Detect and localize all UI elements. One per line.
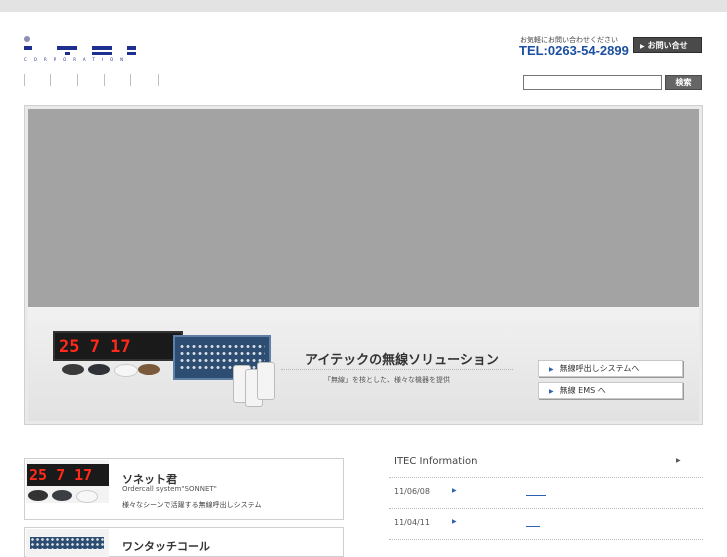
info-link[interactable] (526, 484, 546, 496)
contact-button-label: お問い合せ (647, 41, 688, 50)
logo-letter-c-lower (127, 52, 136, 55)
hero-banner-image (28, 109, 699, 307)
info-date: 11/06/08 (394, 487, 430, 496)
pager-white-image (76, 490, 98, 503)
display-unit-image: 25 7 17 (53, 331, 183, 361)
sonnet-product-image: 25 7 17 (26, 460, 109, 503)
logo-letter-c (127, 46, 136, 50)
itec-logo[interactable]: CORPORATION (24, 36, 136, 64)
logo-letter-t (57, 46, 77, 50)
info-date: 11/04/11 (394, 518, 430, 527)
triangle-right-icon: ▶ (452, 518, 457, 525)
logo-dot-icon (24, 36, 30, 42)
onetouch-product-image (26, 529, 109, 557)
hero-lower-panel: 25 7 17 アイテックの無線ソリューション 「無線」を核とした、様々な機器を… (28, 307, 699, 421)
nav-separator (158, 74, 159, 86)
hero-button-label: 無線 EMS へ (559, 386, 606, 395)
remote-image (257, 362, 275, 400)
triangle-right-icon: ▶ (549, 388, 554, 395)
hero-title: アイテックの無線ソリューション (305, 353, 499, 368)
triangle-right-icon: ▶ (640, 43, 645, 50)
pager-brown-image (138, 364, 160, 375)
product-description: 様々なシーンで活躍する無線呼出しシステム (122, 501, 262, 509)
call-panel-image (30, 537, 104, 549)
info-header: ITEC Information ▶ (389, 447, 703, 478)
pager-black-image (62, 364, 84, 375)
product-card-sonnet[interactable]: 25 7 17 ソネット君 Ordercall system"SONNET" 様… (24, 458, 344, 520)
logo-subtext: CORPORATION (24, 57, 131, 62)
top-bar (0, 0, 727, 12)
pager-dark-image (52, 490, 72, 501)
contact-button[interactable]: ▶ お問い合せ (633, 37, 702, 53)
search-button[interactable]: 検索 (665, 75, 702, 90)
product-title: ワンタッチコール (122, 540, 210, 553)
info-link[interactable] (526, 515, 540, 527)
wireless-call-system-button[interactable]: ▶ 無線呼出しシステムへ (538, 360, 683, 377)
nav-separator (130, 74, 131, 86)
nav-separator (24, 74, 25, 86)
search-input[interactable] (523, 75, 662, 90)
hero-section: 25 7 17 アイテックの無線ソリューション 「無線」を核とした、様々な機器を… (24, 105, 703, 425)
info-title: ITEC Information (394, 456, 478, 467)
wireless-ems-button[interactable]: ▶ 無線 EMS へ (538, 382, 683, 399)
pager-dark-image (88, 364, 110, 375)
pager-white-image (114, 364, 138, 377)
pager-black-image (28, 490, 48, 501)
logo-letter-e (92, 46, 112, 50)
hero-divider (281, 369, 513, 370)
logo-letter-i (24, 46, 32, 50)
display-unit-image: 25 7 17 (27, 464, 109, 486)
display-digits: 25 7 17 (59, 337, 131, 357)
info-row: 11/04/11 ▶ (389, 509, 703, 540)
hero-button-label: 無線呼出しシステムへ (559, 364, 640, 373)
product-card-onetouch[interactable]: ワンタッチコール (24, 527, 344, 557)
triangle-right-icon: ▶ (452, 487, 457, 494)
triangle-right-icon: ▶ (549, 366, 554, 373)
nav-separator (77, 74, 78, 86)
nav-separator (50, 74, 51, 86)
display-digits: 25 7 17 (29, 466, 93, 484)
logo-letter-e-lower (92, 52, 112, 55)
info-row: 11/06/08 ▶ (389, 478, 703, 509)
logo-letter-t-stem (65, 52, 70, 55)
contact-tel: TEL:0263-54-2899 (519, 43, 629, 58)
product-subtitle: Ordercall system"SONNET" (122, 485, 217, 493)
nav-separator (104, 74, 105, 86)
hero-subtitle: 「無線」を核とした、様々な機器を提供 (324, 376, 450, 384)
triangle-right-icon[interactable]: ▶ (676, 457, 681, 464)
